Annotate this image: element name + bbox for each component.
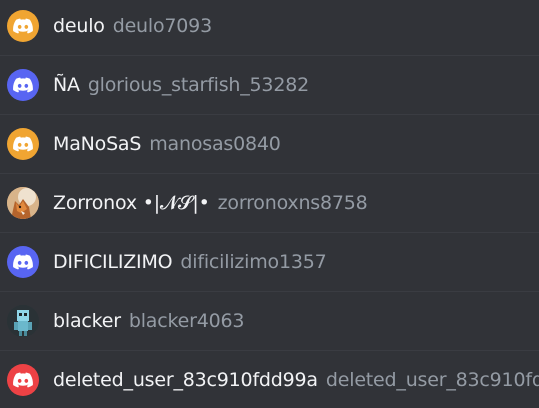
photo-fox-icon [7, 187, 39, 219]
member-username: dificilizimo1357 [180, 251, 327, 273]
member-display-name: deulo [53, 15, 105, 37]
member-row-na[interactable]: ÑA glorious_starfish_53282 [0, 56, 539, 115]
member-display-name: Zorronox •|𝓝𝓢|• [53, 192, 210, 214]
member-display-name: deleted_user_83c910fdd99a [53, 369, 318, 391]
member-row-deleted-user[interactable]: deleted_user_83c910fdd99a deleted_user_8… [0, 351, 539, 408]
avatar [7, 364, 39, 396]
member-names: deleted_user_83c910fdd99a deleted_user_8… [53, 369, 539, 391]
member-username: blacker4063 [128, 310, 245, 332]
discord-logo-icon [13, 77, 33, 93]
member-display-name: DIFICILIZIMO [53, 251, 173, 273]
member-username: zorronoxns8758 [217, 192, 368, 214]
member-names: blacker blacker4063 [53, 310, 244, 332]
member-row-dificilizimo[interactable]: DIFICILIZIMO dificilizimo1357 [0, 233, 539, 292]
member-display-name: ÑA [53, 74, 80, 96]
avatar [7, 128, 39, 160]
member-display-name: blacker [53, 310, 121, 332]
member-row-deulo[interactable]: deulo deulo7093 [0, 0, 539, 56]
photo-pixel-character-icon [7, 305, 39, 337]
discord-logo-icon [13, 254, 33, 270]
avatar [7, 10, 39, 42]
member-display-name: MaNoSaS [53, 133, 142, 155]
member-row-zorronox[interactable]: Zorronox •|𝓝𝓢|• zorronoxns8758 [0, 174, 539, 233]
member-list: deulo deulo7093 ÑA glorious_starfish_532… [0, 0, 539, 408]
avatar [7, 305, 39, 337]
member-row-blacker[interactable]: blacker blacker4063 [0, 292, 539, 351]
member-row-manosas[interactable]: MaNoSaS manosas0840 [0, 115, 539, 174]
discord-logo-icon [13, 18, 33, 34]
member-username: deleted_user_83c910fdd99a [325, 369, 539, 391]
member-username: glorious_starfish_53282 [87, 74, 309, 96]
member-names: ÑA glorious_starfish_53282 [53, 74, 309, 96]
member-names: DIFICILIZIMO dificilizimo1357 [53, 251, 327, 273]
avatar [7, 187, 39, 219]
avatar [7, 246, 39, 278]
member-names: MaNoSaS manosas0840 [53, 133, 281, 155]
member-names: deulo deulo7093 [53, 15, 212, 37]
avatar [7, 69, 39, 101]
member-names: Zorronox •|𝓝𝓢|• zorronoxns8758 [53, 192, 368, 214]
discord-logo-icon [13, 136, 33, 152]
discord-logo-icon [13, 372, 33, 388]
member-username: manosas0840 [149, 133, 281, 155]
member-username: deulo7093 [112, 15, 212, 37]
